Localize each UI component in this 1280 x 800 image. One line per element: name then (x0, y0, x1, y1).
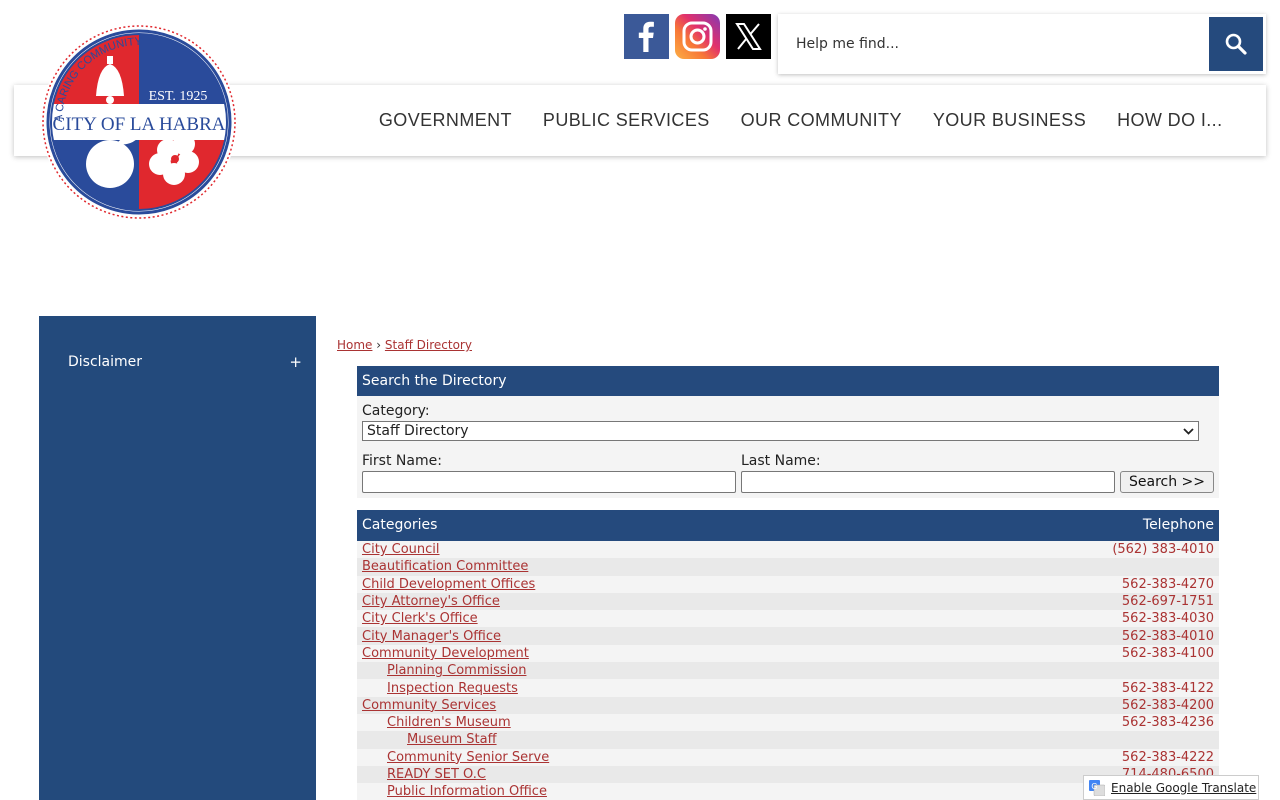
table-row: City Attorney's Office 562-697-1751 (357, 592, 1219, 611)
category-link[interactable]: Beautification Committee (362, 559, 528, 574)
telephone-value: 562-697-1751 (1121, 594, 1214, 610)
expand-icon[interactable]: + (289, 353, 302, 371)
table-row: Child Development Offices 562-383-4270 (357, 575, 1219, 593)
sidebar: Disclaimer + (39, 316, 316, 800)
category-selected-value: Staff Directory (367, 423, 469, 439)
search-input[interactable] (778, 14, 1208, 74)
directory-search-form: Category: Staff Directory First Name: La… (357, 396, 1219, 498)
breadcrumb-staff-directory[interactable]: Staff Directory (385, 338, 472, 352)
sidebar-item-label: Disclaimer (68, 354, 143, 370)
telephone-value: 562-383-4122 (1121, 680, 1214, 696)
category-link[interactable]: Public Information Office (362, 784, 547, 799)
nav-public-services[interactable]: PUBLIC SERVICES (527, 110, 725, 131)
telephone-column-header: Telephone (1142, 517, 1214, 533)
category-link[interactable]: Community Services (362, 698, 496, 713)
facebook-icon[interactable] (624, 14, 669, 59)
first-name-input[interactable] (362, 471, 736, 493)
nav-how-do-i[interactable]: HOW DO I... (1102, 110, 1238, 131)
main-nav: GOVERNMENT PUBLIC SERVICES OUR COMMUNITY… (363, 85, 1238, 156)
table-row: Beautification Committee (357, 558, 1219, 576)
table-row: City Manager's Office 562-383-4010 (357, 627, 1219, 645)
telephone-value: 562-383-4222 (1121, 749, 1214, 765)
category-link[interactable]: Inspection Requests (362, 681, 518, 696)
telephone-value: (562) 383-4010 (1112, 542, 1214, 558)
first-name-label: First Name: (362, 453, 442, 469)
category-select[interactable]: Staff Directory (362, 421, 1199, 441)
chevron-down-icon (1178, 425, 1198, 438)
category-link[interactable]: City Clerk's Office (362, 611, 478, 626)
telephone-value: 562-383-4200 (1121, 697, 1214, 713)
breadcrumb-separator: › (376, 338, 382, 352)
table-row: Community Services 562-383-4200 (357, 696, 1219, 714)
last-name-label: Last Name: (741, 453, 821, 469)
svg-text:G: G (1091, 782, 1097, 791)
category-link[interactable]: Child Development Offices (362, 577, 535, 592)
categories-column-header: Categories (362, 517, 438, 533)
category-link[interactable]: READY SET O.C (362, 767, 486, 782)
nav-government[interactable]: GOVERNMENT (363, 110, 527, 131)
telephone-value: 562-383-4270 (1121, 576, 1214, 592)
directory-search-button[interactable]: Search >> (1120, 471, 1214, 493)
social-links (624, 14, 771, 59)
table-row: Community Senior Serve 562-383-4222 (357, 748, 1219, 766)
category-link[interactable]: Children's Museum (362, 715, 511, 730)
panel-title: Search the Directory (362, 373, 507, 389)
nav-our-community[interactable]: OUR COMMUNITY (725, 110, 917, 131)
categories-panel: Categories Telephone City Council (562) 3… (357, 510, 1219, 800)
table-row: Inspection Requests 562-383-4122 (357, 679, 1219, 697)
nav-your-business[interactable]: YOUR BUSINESS (917, 110, 1101, 131)
instagram-icon[interactable] (675, 14, 720, 59)
table-row: Planning Commission (357, 662, 1219, 680)
table-row: Community Development 562-383-4100 (357, 644, 1219, 663)
category-link[interactable]: City Attorney's Office (362, 594, 500, 609)
telephone-value: 562-383-4236 (1121, 715, 1214, 731)
sidebar-item-disclaimer[interactable]: Disclaimer + (39, 346, 316, 378)
logo-est-text: EST. 1925 (149, 89, 208, 104)
directory-search-header: Search the Directory (357, 366, 1219, 396)
category-link[interactable]: Community Senior Serve (362, 750, 549, 765)
telephone-value: 562-383-4100 (1121, 645, 1214, 661)
categories-list: City Council (562) 383-4010 Beautification… (357, 541, 1219, 800)
categories-header: Categories Telephone (357, 510, 1219, 541)
site-search (778, 14, 1266, 74)
category-label: Category: (362, 403, 430, 419)
category-link[interactable]: Planning Commission (362, 663, 526, 678)
x-icon[interactable] (726, 14, 771, 59)
directory-search-panel: Search the Directory Category: Staff Dir… (357, 366, 1219, 498)
category-link[interactable]: City Council (362, 542, 440, 557)
telephone-value: 562-383-4030 (1121, 611, 1214, 627)
table-row: City Council (562) 383-4010 (357, 541, 1219, 559)
search-button[interactable] (1209, 17, 1263, 71)
category-link[interactable]: Museum Staff (362, 732, 497, 747)
breadcrumb-home[interactable]: Home (337, 338, 372, 352)
google-translate-icon: G (1089, 779, 1105, 796)
table-row: City Clerk's Office 562-383-4030 (357, 610, 1219, 628)
last-name-input[interactable] (741, 471, 1115, 493)
category-link[interactable]: City Manager's Office (362, 629, 501, 644)
breadcrumb: Home › Staff Directory (337, 338, 472, 352)
category-link[interactable]: Community Development (362, 646, 529, 661)
logo-city-name: CITY OF LA HABRA (53, 114, 226, 135)
translate-label: Enable Google Translate (1111, 780, 1257, 795)
table-row: Children's Museum 562-383-4236 (357, 713, 1219, 732)
table-row: Museum Staff (357, 731, 1219, 749)
telephone-value: 562-383-4010 (1121, 628, 1214, 644)
city-logo[interactable]: EST. 1925 CITY OF LA HABRA A CARING COMM… (38, 18, 240, 222)
search-icon (1225, 33, 1247, 55)
google-translate-button[interactable]: G Enable Google Translate (1083, 775, 1259, 800)
